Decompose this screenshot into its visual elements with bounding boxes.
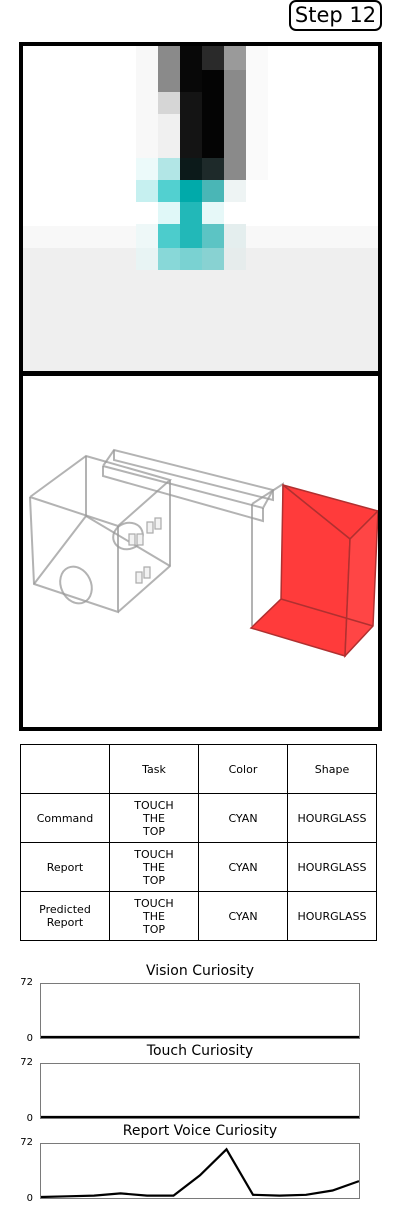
- y-tick-label: 72: [20, 1057, 33, 1068]
- plot-area: [40, 1143, 360, 1199]
- row-label: Report: [20, 842, 110, 892]
- shape-cell: HOURGLASS: [287, 891, 377, 941]
- curiosity-line-svg: [41, 1115, 359, 1118]
- color-cell: CYAN: [198, 842, 288, 892]
- report-table: Task Color Shape Command TOUCH THE TOP C…: [20, 744, 377, 941]
- chart-title: Touch Curiosity: [146, 1043, 254, 1059]
- table-header-cell: [20, 744, 110, 794]
- step-badge: Step 12: [289, 0, 382, 31]
- color-cell: CYAN: [198, 891, 288, 941]
- table-header-cell: Task: [109, 744, 199, 794]
- row-label: Command: [20, 793, 110, 843]
- scene-3d-render: [19, 372, 382, 731]
- table-row: Report TOUCH THE TOP CYAN HOURGLASS: [20, 842, 377, 892]
- shape-cell: HOURGLASS: [287, 842, 377, 892]
- table-row: Predicted Report TOUCH THE TOP CYAN HOUR…: [20, 891, 377, 941]
- touch-curiosity-chart: Touch Curiosity 72 0: [0, 1043, 400, 1124]
- plot-area: [40, 1063, 360, 1119]
- y-tick-label: 72: [20, 1137, 33, 1148]
- color-cell: CYAN: [198, 793, 288, 843]
- y-tick-label: 0: [26, 1193, 33, 1204]
- red-hourglass-object: [249, 483, 378, 658]
- chart-title: Report Voice Curiosity: [122, 1123, 278, 1139]
- task-cell: TOUCH THE TOP: [109, 793, 199, 843]
- table-header-row: Task Color Shape: [20, 744, 377, 794]
- task-cell: TOUCH THE TOP: [109, 891, 199, 941]
- vision-curiosity-chart: Vision Curiosity 72 0: [0, 963, 400, 1044]
- shape-cell: HOURGLASS: [287, 793, 377, 843]
- row-label: Predicted Report: [20, 891, 110, 941]
- vision-observation-image: [19, 42, 382, 375]
- curiosity-line-svg: [41, 1035, 359, 1038]
- table-row: Command TOUCH THE TOP CYAN HOURGLASS: [20, 793, 377, 843]
- plot-area: [40, 983, 360, 1039]
- task-cell: TOUCH THE TOP: [109, 842, 199, 892]
- wireframe-body: [29, 448, 284, 626]
- chart-title: Vision Curiosity: [145, 963, 255, 979]
- y-tick-label: 72: [20, 977, 33, 988]
- curiosity-line-svg: [41, 1147, 359, 1198]
- table-header-cell: Shape: [287, 744, 377, 794]
- report-voice-curiosity-chart: Report Voice Curiosity 72 0: [0, 1123, 400, 1204]
- curiosity-series-line: [41, 1147, 359, 1198]
- table-header-cell: Color: [198, 744, 288, 794]
